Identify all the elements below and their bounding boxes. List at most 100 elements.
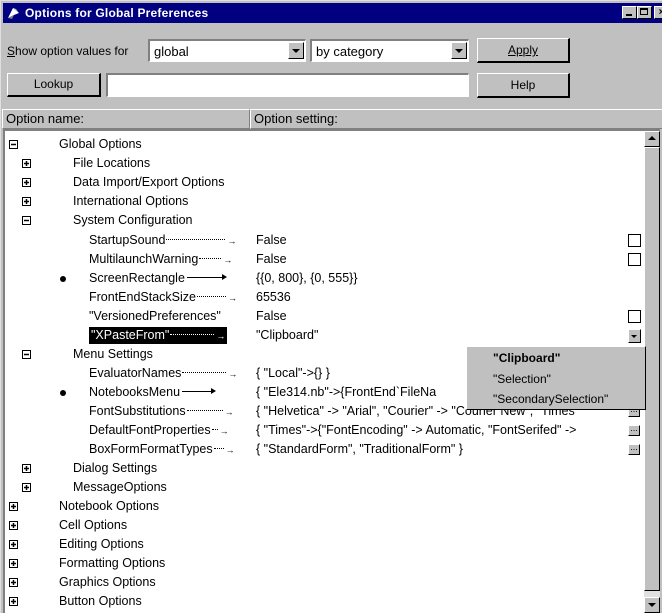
expand-icon[interactable] <box>9 521 18 530</box>
option-name-text: DefaultFontProperties <box>89 423 211 437</box>
leader-arrow-icon <box>182 387 217 394</box>
group-select[interactable]: by category <box>310 39 469 62</box>
options-window: Options for Global Preferences × Show op… <box>0 0 662 613</box>
tree-node-editing-options[interactable]: Editing Options <box>5 535 635 554</box>
expand-icon[interactable] <box>22 159 31 168</box>
option-name-text: FrontEndStackSize <box>89 290 196 304</box>
option-value: False <box>256 233 287 247</box>
tree-node-menu-settings[interactable]: Menu Settings <box>5 345 465 364</box>
option-row-screen-rectangle[interactable]: ScreenRectangle {{0, 800}, {0, 555}} <box>5 269 645 288</box>
option-edit-button[interactable]: ... <box>628 443 640 455</box>
expand-icon[interactable] <box>22 483 31 492</box>
dropdown-option-secondary-selection[interactable]: "SecondarySelection" <box>493 392 608 406</box>
option-checkbox[interactable] <box>628 234 641 247</box>
tree-node-message-options[interactable]: MessageOptions <box>5 478 635 497</box>
option-name-text: EvaluatorNames <box>89 366 182 380</box>
option-row-front-end-stack-size[interactable]: FrontEndStackSize → 65536 <box>5 288 645 307</box>
option-row-evaluator-names[interactable]: EvaluatorNames → { "Local"->{} } <box>5 364 465 383</box>
leader-dots <box>213 447 224 450</box>
tree-node-label: File Locations <box>73 156 151 170</box>
apply-button[interactable]: Apply <box>477 38 570 63</box>
dropdown-option-selection[interactable]: "Selection" <box>493 372 551 386</box>
option-edit-button[interactable]: ... <box>628 424 640 436</box>
scroll-down-button[interactable] <box>644 597 660 613</box>
scope-select[interactable]: global <box>148 39 306 62</box>
tree-node-file-locations[interactable]: File Locations <box>5 154 635 173</box>
option-value: 65536 <box>256 290 291 304</box>
option-dropdown-button[interactable] <box>628 329 641 343</box>
option-value: "Clipboard" <box>256 328 319 342</box>
scrollbar-thumb[interactable] <box>644 147 660 591</box>
option-name-text: StartupSound <box>89 233 166 247</box>
mathematica-icon <box>6 6 21 20</box>
option-name-text: BoxFormFormatTypes <box>89 442 213 456</box>
column-header-name[interactable]: Option name: <box>2 109 250 129</box>
collapse-icon[interactable] <box>22 216 31 225</box>
tree-node-graphics-options[interactable]: Graphics Options <box>5 573 635 592</box>
modified-bullet-icon <box>60 276 66 282</box>
dropdown-option-clipboard[interactable]: "Clipboard" <box>493 351 560 365</box>
option-value: { "Times"->{"FontEncoding" -> Automatic,… <box>256 423 577 437</box>
minimize-icon[interactable] <box>622 6 637 19</box>
show-options-label-text: how option values for <box>15 44 129 58</box>
option-row-box-form-format-types[interactable]: BoxFormFormatTypes → { "StandardForm", "T… <box>5 440 645 459</box>
leader-arrow-icon: → <box>223 255 233 265</box>
expand-icon[interactable] <box>9 540 18 549</box>
option-name: MultilaunchWarning → <box>89 250 232 270</box>
option-row-notebooks-menu[interactable]: NotebooksMenu { "Ele314.nb"->{FrontEnd`F… <box>5 383 465 402</box>
maximize-icon[interactable] <box>637 6 652 19</box>
option-row-xpaste-from[interactable]: "XPasteFrom" → "Clipboard" <box>5 326 645 345</box>
expand-icon[interactable] <box>9 502 18 511</box>
lookup-button[interactable]: Lookup <box>7 73 101 97</box>
collapse-icon[interactable] <box>9 140 18 149</box>
tree-node-label: International Options <box>73 194 189 208</box>
tree-node-notebook-options[interactable]: Notebook Options <box>5 497 635 516</box>
option-row-multilaunch-warning[interactable]: MultilaunchWarning → False <box>5 250 645 269</box>
expand-icon[interactable] <box>22 178 31 187</box>
group-dropdown-button[interactable] <box>451 42 467 59</box>
expand-icon[interactable] <box>22 464 31 473</box>
option-row-versioned-preferences[interactable]: "VersionedPreferences" False <box>5 307 645 326</box>
option-row-default-font-properties[interactable]: DefaultFontProperties → { "Times"->{"Font… <box>5 421 645 440</box>
leader-arrow-icon <box>186 273 227 280</box>
expand-icon[interactable] <box>9 578 18 587</box>
tree-node-label: Global Options <box>59 137 142 151</box>
option-value: {{0, 800}, {0, 555}} <box>256 271 358 285</box>
title-bar[interactable]: Options for Global Preferences × <box>3 3 662 23</box>
tree-node-international[interactable]: International Options <box>5 192 635 211</box>
option-checkbox[interactable] <box>628 310 641 323</box>
option-checkbox[interactable] <box>628 253 641 266</box>
lookup-input[interactable] <box>106 73 469 97</box>
option-row-startup-sound[interactable]: StartupSound → False <box>5 231 645 250</box>
scroll-up-button[interactable] <box>644 131 660 147</box>
tree-node-data-import-export[interactable]: Data Import/Export Options <box>5 173 635 192</box>
option-name-text: "XPasteFrom" <box>91 328 170 342</box>
option-value: { "Ele314.nb"->{FrontEnd`FileNa <box>256 385 437 399</box>
arrow-down-icon <box>648 603 656 607</box>
tree-node-global-options[interactable]: Global Options <box>5 135 635 154</box>
vertical-scrollbar[interactable] <box>644 131 660 613</box>
xpaste-dropdown-menu: "Clipboard" "Selection" "SecondarySelect… <box>466 346 646 410</box>
expand-icon[interactable] <box>9 597 18 606</box>
expand-icon[interactable] <box>9 559 18 568</box>
leader-arrow-icon: → <box>225 445 235 455</box>
option-name: FontSubstitutions → <box>89 402 234 422</box>
tree-node-system-configuration[interactable]: System Configuration <box>5 211 635 230</box>
scope-dropdown-button[interactable] <box>288 42 304 59</box>
leader-arrow-icon: → <box>228 293 237 303</box>
option-name: FrontEndStackSize → <box>89 288 237 308</box>
column-header-setting[interactable]: Option setting: <box>250 109 662 129</box>
tree-node-dialog-settings[interactable]: Dialog Settings <box>5 459 635 478</box>
tree-node-label: Notebook Options <box>59 499 160 513</box>
tree-node-cell-options[interactable]: Cell Options <box>5 516 635 535</box>
help-button[interactable]: Help <box>477 73 570 98</box>
option-name: "VersionedPreferences" <box>89 309 221 323</box>
arrow-up-icon <box>648 136 656 140</box>
expand-icon[interactable] <box>22 197 31 206</box>
leader-arrow-icon: → <box>216 331 226 341</box>
tree-node-formatting-options[interactable]: Formatting Options <box>5 554 635 573</box>
tree-node-button-options[interactable]: Button Options <box>5 592 635 611</box>
collapse-icon[interactable] <box>22 350 31 359</box>
close-icon[interactable]: × <box>654 6 662 19</box>
option-value: False <box>256 252 287 266</box>
